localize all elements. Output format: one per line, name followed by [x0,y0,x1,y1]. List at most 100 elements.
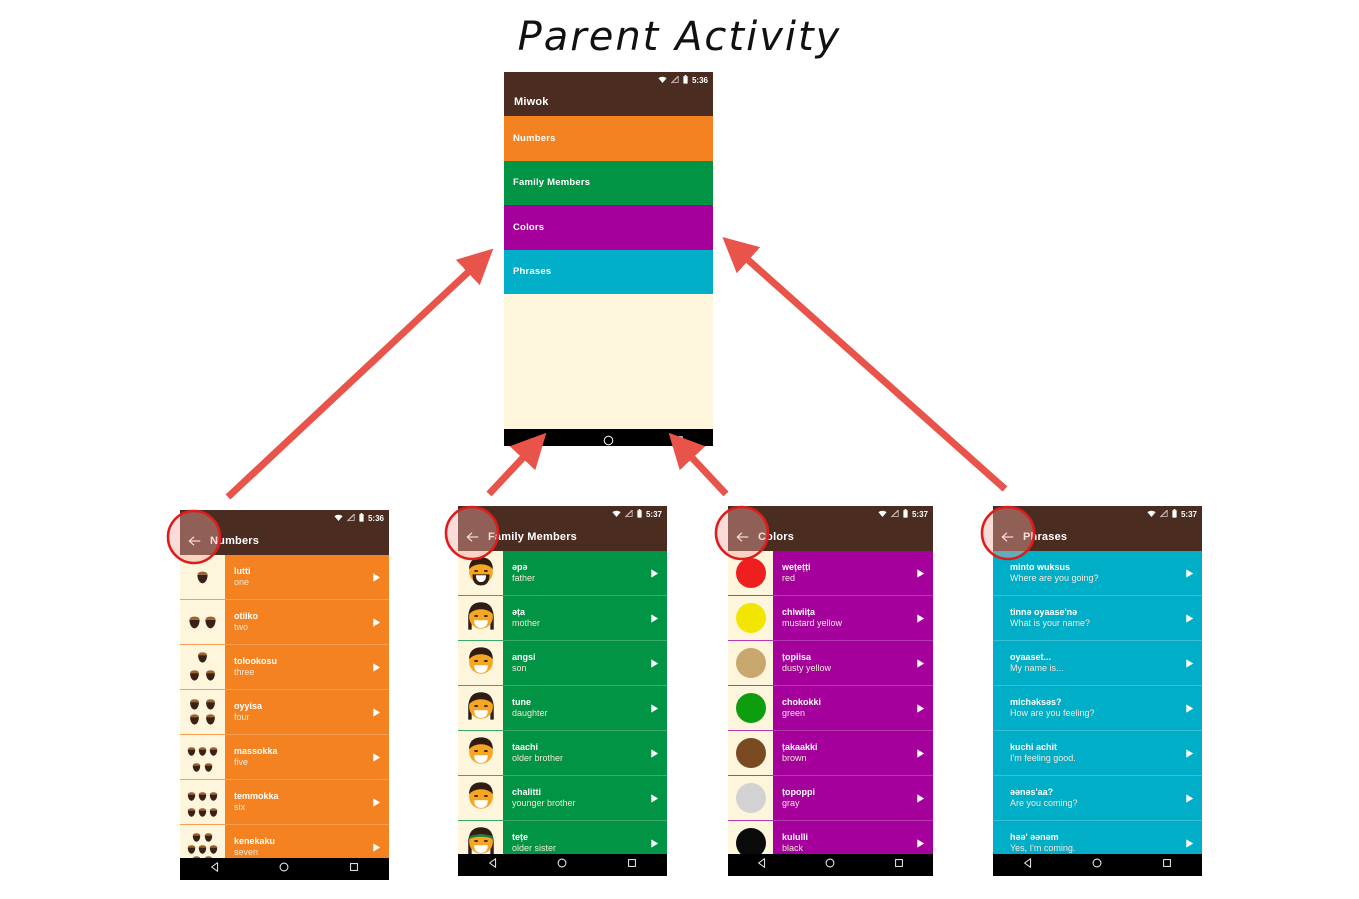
recents-nav-icon[interactable] [672,434,685,447]
system-nav-bar[interactable] [458,854,667,876]
play-button[interactable] [363,735,389,779]
table-row[interactable]: əṭa mother [458,596,667,641]
table-row[interactable]: oyyisa four [180,690,389,735]
table-row[interactable]: tolookosu three [180,645,389,690]
row-image [728,641,773,685]
table-row[interactable]: minto wuksus Where are you going? [993,551,1202,596]
play-button[interactable] [363,555,389,599]
system-nav-bar[interactable] [728,854,933,876]
play-button[interactable] [363,600,389,644]
play-button[interactable] [363,825,389,858]
table-row[interactable]: kenekaku seven [180,825,389,858]
play-button[interactable] [907,551,933,595]
home-nav-icon[interactable] [278,860,290,878]
category-item-family-members[interactable]: Family Members [504,160,713,205]
back-nav-icon[interactable] [532,434,545,447]
recents-nav-icon[interactable] [348,860,360,878]
word-list[interactable]: minto wuksus Where are you going? tinnə oy… [993,551,1202,854]
word-list[interactable]: lutti one otiiko two tolookosu three oyyisa fou… [180,555,389,858]
play-button[interactable] [907,776,933,820]
back-arrow-icon[interactable] [180,535,210,547]
play-button[interactable] [1176,641,1202,685]
translation-word: three [234,667,255,677]
play-button[interactable] [641,641,667,685]
play-button[interactable] [641,731,667,775]
table-row[interactable]: angsi son [458,641,667,686]
play-button[interactable] [907,686,933,730]
status-time: 5:36 [367,513,384,523]
miwok-word: tune [512,696,531,707]
back-nav-icon[interactable] [487,856,499,874]
table-row[interactable]: chokokki green [728,686,933,731]
table-row[interactable]: tune daughter [458,686,667,731]
row-image [180,645,225,689]
play-button[interactable] [907,596,933,640]
back-nav-icon[interactable] [209,860,221,878]
play-button[interactable] [1176,821,1202,854]
table-row[interactable]: ṭopoppi gray [728,776,933,821]
table-row[interactable]: taachi older brother [458,731,667,776]
parent-activity-phone: 5:36 Miwok Numbers Family Members Colors Ph… [504,72,713,446]
table-row[interactable]: lutti one [180,555,389,600]
back-arrow-icon[interactable] [458,531,488,543]
table-row[interactable]: chalitti younger brother [458,776,667,821]
table-row[interactable]: weṭeṭṭi red [728,551,933,596]
system-nav-bar[interactable] [504,429,713,446]
recents-nav-icon[interactable] [626,856,638,874]
play-button[interactable] [641,821,667,854]
play-button[interactable] [907,731,933,775]
row-image [728,551,773,595]
table-row[interactable]: ṭakaakki brown [728,731,933,776]
play-button[interactable] [1176,596,1202,640]
play-button[interactable] [1176,776,1202,820]
table-row[interactable]: tinnə oyaase'nə What is your name? [993,596,1202,641]
play-button[interactable] [907,641,933,685]
back-arrow-icon[interactable] [993,531,1023,543]
recents-nav-icon[interactable] [893,856,905,874]
recents-nav-icon[interactable] [1161,856,1173,874]
table-row[interactable]: əpə father [458,551,667,596]
category-item-colors[interactable]: Colors [504,205,713,250]
table-row[interactable]: kuchi achit I'm feeling good. [993,731,1202,776]
play-button[interactable] [1176,731,1202,775]
table-row[interactable]: ṭopiisa dusty yellow [728,641,933,686]
system-nav-bar[interactable] [993,854,1202,876]
play-button[interactable] [1176,551,1202,595]
play-button[interactable] [641,596,667,640]
table-row[interactable]: chiwiiṭa mustard yellow [728,596,933,641]
play-button[interactable] [1176,686,1202,730]
back-nav-icon[interactable] [756,856,768,874]
back-arrow-icon[interactable] [728,531,758,543]
table-row[interactable]: oyaaset... My name is... [993,641,1202,686]
miwok-word: ṭopiisa [782,651,812,662]
play-button[interactable] [363,645,389,689]
table-row[interactable]: temmokka six [180,780,389,825]
home-nav-icon[interactable] [1091,856,1103,874]
table-row[interactable]: otiiko two [180,600,389,645]
acorn-icon [191,760,202,778]
home-nav-icon[interactable] [824,856,836,874]
home-nav-icon[interactable] [556,856,568,874]
home-nav-icon[interactable] [602,434,615,447]
system-nav-bar[interactable] [180,858,389,880]
table-row[interactable]: massokka five [180,735,389,780]
back-nav-icon[interactable] [1022,856,1034,874]
category-item-numbers[interactable]: Numbers [504,116,713,161]
play-button[interactable] [363,690,389,734]
acorn-icon [203,760,214,778]
row-image [180,780,225,824]
play-button[interactable] [907,821,933,854]
play-button[interactable] [641,551,667,595]
play-button[interactable] [641,686,667,730]
play-button[interactable] [641,776,667,820]
table-row[interactable]: əənəs'aa? Are you coming? [993,776,1202,821]
table-row[interactable]: michəksəs? How are you feeling? [993,686,1202,731]
word-list[interactable]: weṭeṭṭi red chiwiiṭa mustard yellow ṭopiisa d… [728,551,933,854]
table-row[interactable]: teṭe older sister [458,821,667,854]
translation-word: brown [782,753,807,763]
category-item-phrases[interactable]: Phrases [504,249,713,294]
table-row[interactable]: həə' əənəm Yes, I'm coming. [993,821,1202,854]
word-list[interactable]: əpə father əṭa mother angsi son tune daughter ta… [458,551,667,854]
table-row[interactable]: kululli black [728,821,933,854]
play-button[interactable] [363,780,389,824]
